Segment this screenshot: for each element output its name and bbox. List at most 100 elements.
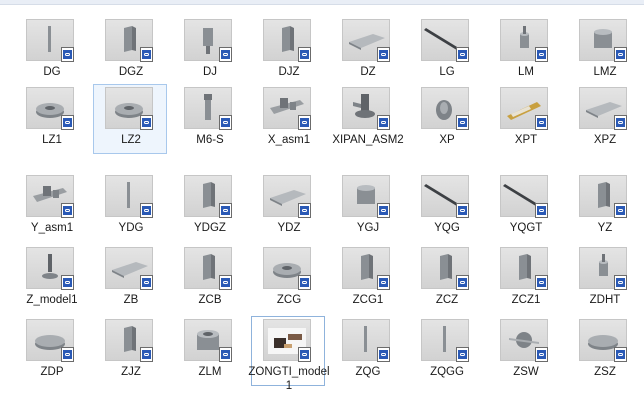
file-item-ygj[interactable]: YGJ — [330, 172, 404, 242]
file-item-lz1[interactable]: LZ1 — [14, 84, 88, 154]
file-type-badge-icon — [61, 115, 74, 130]
file-item-xpt[interactable]: XPT — [488, 84, 562, 154]
file-item-ydz[interactable]: YDZ — [251, 172, 325, 242]
file-type-badge-icon — [61, 275, 74, 290]
file-item-zcg[interactable]: ZCG — [251, 244, 325, 314]
file-item-zcb[interactable]: ZCB — [172, 244, 246, 314]
file-item-zongti_model1[interactable]: ZONGTI_model1 — [248, 316, 330, 392]
file-type-badge-icon — [614, 115, 627, 130]
file-item-zdht[interactable]: ZDHT — [567, 244, 641, 314]
file-item-zqg[interactable]: ZQG — [330, 316, 404, 386]
file-item-xpz[interactable]: XPZ — [567, 84, 641, 154]
file-name-label: ZCG — [276, 294, 302, 306]
file-type-badge-icon — [219, 203, 232, 218]
file-item-z_model1[interactable]: Z_model1 — [14, 244, 88, 314]
file-item-m6-s[interactable]: M6-S — [172, 84, 246, 154]
file-name-label: LZ2 — [121, 134, 141, 146]
file-item-dg[interactable]: DG — [14, 16, 88, 86]
file-item-xipan_asm2[interactable]: XIPAN_ASM2 — [330, 84, 404, 154]
file-name-label: XPZ — [593, 134, 617, 146]
file-type-badge-icon — [219, 115, 232, 130]
file-name-label: X_asm1 — [267, 134, 311, 146]
file-type-badge-icon — [377, 203, 390, 218]
file-name-label: YGJ — [356, 222, 380, 234]
file-item-zcz[interactable]: ZCZ — [409, 244, 483, 314]
file-name-label: ZCZ — [435, 294, 459, 306]
file-item-zcz1[interactable]: ZCZ1 — [488, 244, 562, 314]
file-name-label: YQGT — [509, 222, 543, 234]
file-type-badge-icon — [377, 47, 390, 62]
file-item-ydgz[interactable]: YDGZ — [172, 172, 246, 242]
file-name-label: ZDHT — [589, 294, 621, 306]
file-type-badge-icon — [61, 47, 74, 62]
file-name-label: Y_asm1 — [30, 222, 74, 234]
file-item-lz2[interactable]: LZ2 — [93, 84, 167, 154]
file-type-badge-icon — [298, 47, 311, 62]
file-type-badge-icon — [140, 47, 153, 62]
file-type-badge-icon — [61, 203, 74, 218]
file-name-label: Z_model1 — [26, 294, 78, 306]
file-item-lm[interactable]: LM — [488, 16, 562, 86]
file-type-badge-icon — [614, 47, 627, 62]
file-item-dj[interactable]: DJ — [172, 16, 246, 86]
file-type-badge-icon — [456, 275, 469, 290]
file-item-zcg1[interactable]: ZCG1 — [330, 244, 404, 314]
file-name-label: XPT — [514, 134, 538, 146]
file-type-badge-icon — [614, 347, 627, 362]
file-type-badge-icon — [298, 203, 311, 218]
file-name-label: ZLM — [198, 366, 222, 378]
file-item-x_asm1[interactable]: X_asm1 — [251, 84, 325, 154]
file-name-label: YDZ — [277, 222, 301, 234]
file-type-badge-icon — [140, 115, 153, 130]
file-item-ydg[interactable]: YDG — [93, 172, 167, 242]
window-top-edge — [0, 0, 644, 5]
file-item-zsw[interactable]: ZSW — [488, 316, 562, 386]
file-name-label: LM — [518, 66, 534, 78]
file-item-lg[interactable]: LG — [409, 16, 483, 86]
file-item-zqgg[interactable]: ZQGG — [409, 316, 483, 386]
file-type-badge-icon — [377, 275, 390, 290]
file-name-label: ZJZ — [121, 366, 141, 378]
file-item-yqgt[interactable]: YQGT — [488, 172, 562, 242]
file-name-label: ZDP — [40, 366, 64, 378]
file-item-zsz[interactable]: ZSZ — [567, 316, 641, 386]
file-item-dz[interactable]: DZ — [330, 16, 404, 86]
file-name-label: DJ — [202, 66, 218, 78]
file-name-label: ZCZ1 — [511, 294, 541, 306]
file-item-yqg[interactable]: YQG — [409, 172, 483, 242]
file-name-label: M6-S — [196, 134, 224, 146]
file-type-badge-icon — [535, 203, 548, 218]
file-type-badge-icon — [377, 115, 390, 130]
file-name-label: ZQGG — [430, 366, 464, 378]
file-type-badge-icon — [535, 347, 548, 362]
file-item-zlm[interactable]: ZLM — [172, 316, 246, 386]
file-item-yz[interactable]: YZ — [567, 172, 641, 242]
file-item-y_asm1[interactable]: Y_asm1 — [14, 172, 88, 242]
file-item-zdp[interactable]: ZDP — [14, 316, 88, 386]
file-name-label: DZ — [360, 66, 376, 78]
file-type-badge-icon — [456, 203, 469, 218]
file-name-label: XIPAN_ASM2 — [332, 134, 404, 146]
file-type-badge-icon — [298, 347, 311, 362]
file-type-badge-icon — [298, 115, 311, 130]
file-name-label: YQG — [434, 222, 460, 234]
file-type-badge-icon — [535, 275, 548, 290]
file-name-label: ZONGTI_model1 — [248, 366, 330, 392]
file-item-zb[interactable]: ZB — [93, 244, 167, 314]
file-name-label: DG — [43, 66, 61, 78]
file-item-lmz[interactable]: LMZ — [567, 16, 641, 86]
file-name-label: YDGZ — [194, 222, 226, 234]
file-item-zjz[interactable]: ZJZ — [93, 316, 167, 386]
file-name-label: ZCG1 — [352, 294, 384, 306]
file-name-label: YDG — [118, 222, 144, 234]
file-item-djz[interactable]: DJZ — [251, 16, 325, 86]
file-type-badge-icon — [614, 275, 627, 290]
file-item-dgz[interactable]: DGZ — [93, 16, 167, 86]
file-item-xp[interactable]: XP — [409, 84, 483, 154]
file-name-label: ZQG — [355, 366, 381, 378]
file-name-label: LG — [439, 66, 455, 78]
file-name-label: DJZ — [278, 66, 300, 78]
file-name-label: YZ — [597, 222, 613, 234]
file-type-badge-icon — [535, 47, 548, 62]
file-name-label: XP — [439, 134, 455, 146]
